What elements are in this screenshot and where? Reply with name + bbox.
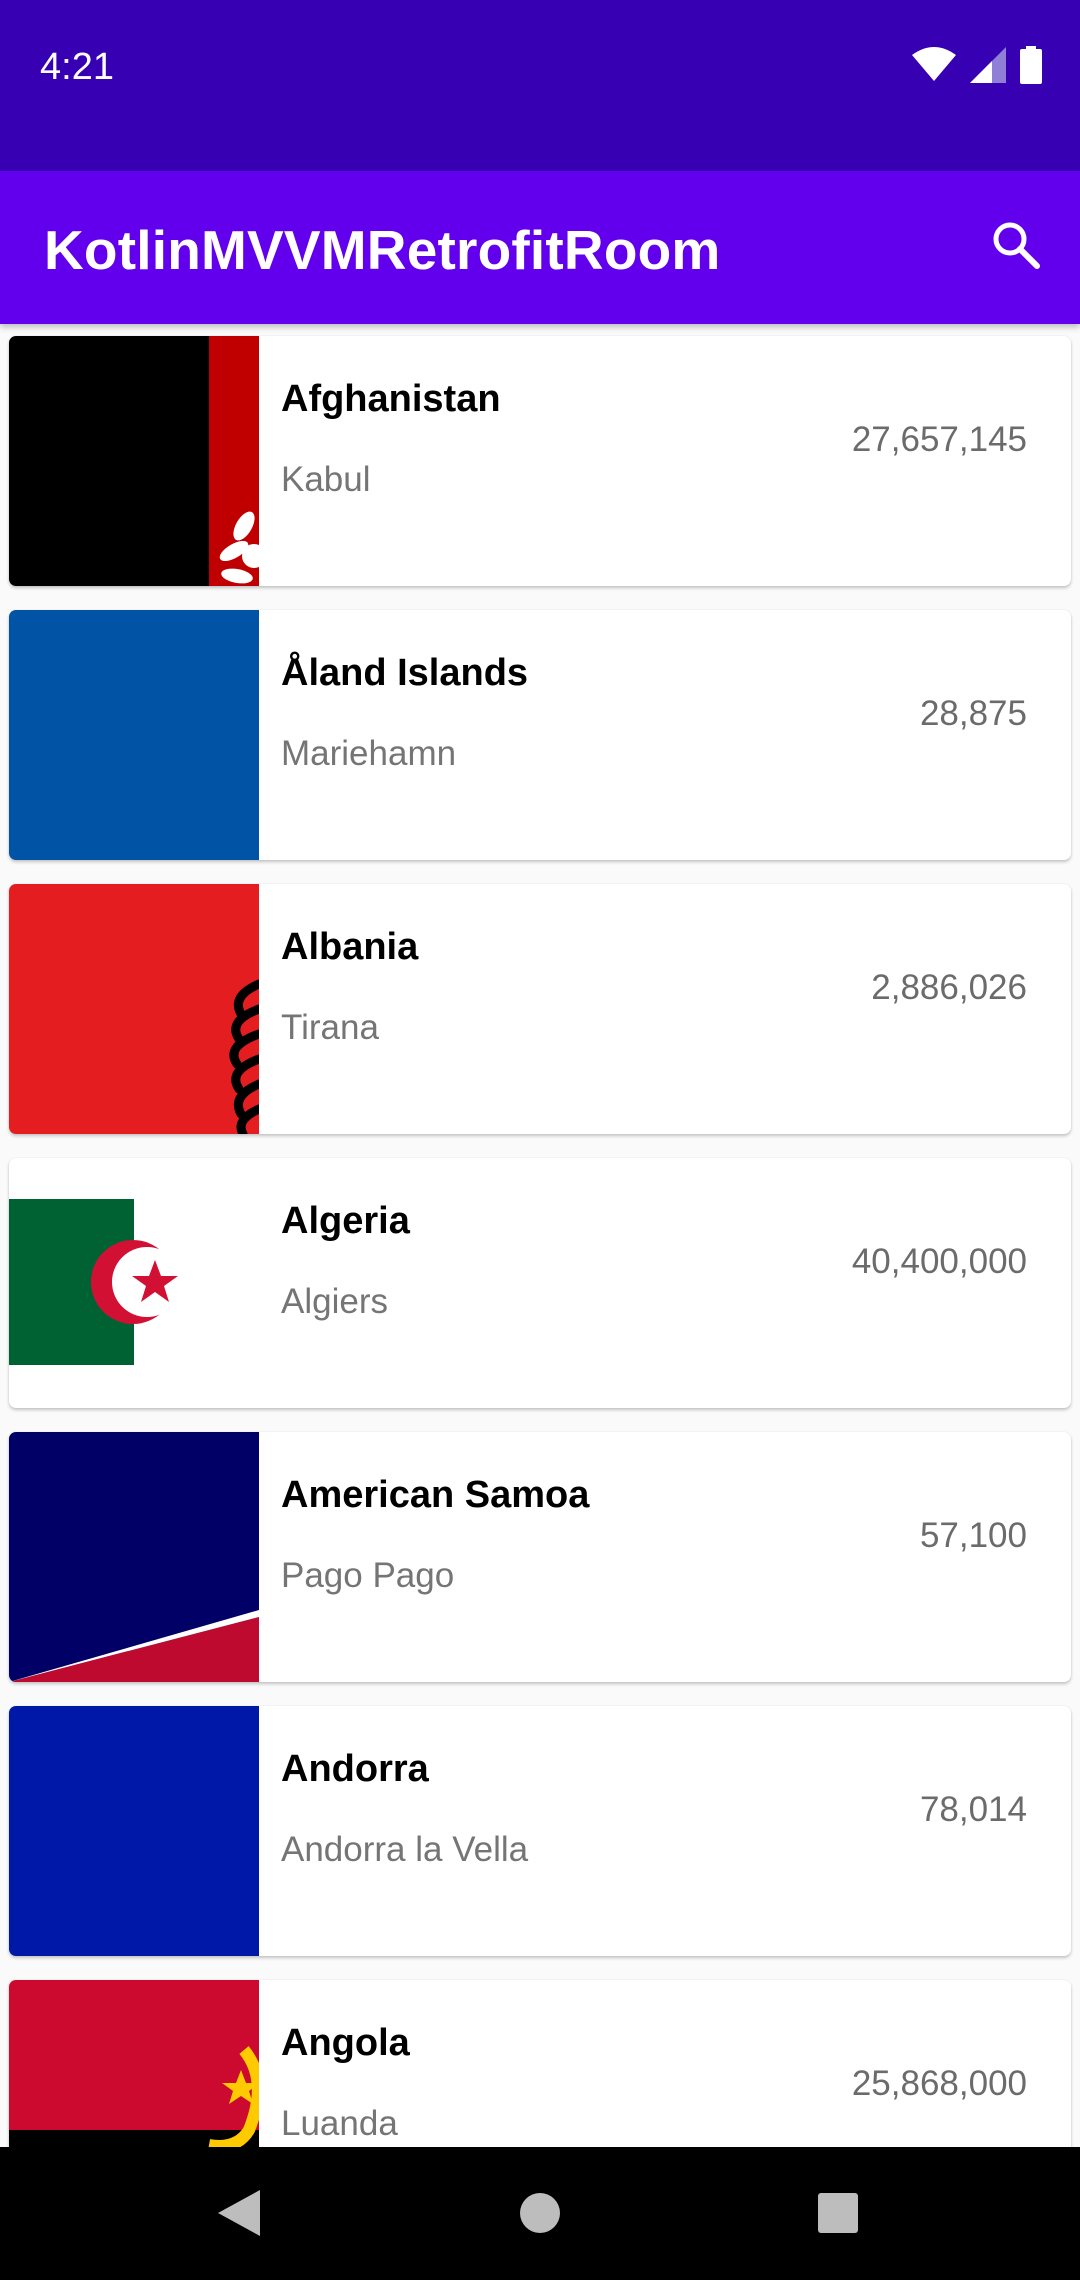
country-card[interactable]: Angola Luanda 25,868,000 bbox=[9, 1980, 1071, 2147]
country-card[interactable]: Albania Tirana 2,886,026 bbox=[9, 884, 1071, 1134]
recents-button[interactable] bbox=[806, 2183, 870, 2247]
wifi-icon bbox=[912, 46, 956, 88]
afghanistan-flag bbox=[9, 336, 259, 586]
country-population: 2,886,026 bbox=[871, 968, 1027, 1007]
country-name: Algeria bbox=[281, 1200, 410, 1242]
country-population: 28,875 bbox=[919, 694, 1027, 733]
country-name: Albania bbox=[281, 926, 419, 968]
country-population: 57,100 bbox=[919, 1516, 1027, 1555]
country-name: Andorra bbox=[281, 1748, 429, 1790]
country-name: American Samoa bbox=[281, 1474, 590, 1516]
country-population: 25,868,000 bbox=[851, 2064, 1027, 2103]
american-samoa-flag bbox=[9, 1432, 259, 1682]
status-bar: 4:21 bbox=[0, 0, 1080, 171]
status-icons bbox=[912, 45, 1042, 89]
recents-icon bbox=[817, 2192, 859, 2239]
battery-icon bbox=[1020, 45, 1042, 89]
algeria-flag bbox=[9, 1158, 259, 1408]
country-capital: Mariehamn bbox=[281, 734, 457, 773]
albania-flag bbox=[9, 884, 259, 1134]
country-card[interactable]: American Samoa Pago Pago 57,100 bbox=[9, 1432, 1071, 1682]
andorra-flag bbox=[9, 1706, 259, 1956]
search-button[interactable] bbox=[972, 203, 1060, 291]
cellular-signal-icon bbox=[970, 46, 1006, 88]
country-capital: Kabul bbox=[281, 460, 371, 499]
country-population: 27,657,145 bbox=[851, 420, 1027, 459]
aland-islands-flag bbox=[9, 610, 259, 860]
country-card[interactable]: Åland Islands Mariehamn 28,875 bbox=[9, 610, 1071, 860]
back-button[interactable] bbox=[207, 2183, 271, 2247]
search-icon bbox=[990, 219, 1042, 276]
country-name: Åland Islands bbox=[281, 652, 529, 694]
country-capital: Luanda bbox=[281, 2104, 398, 2143]
country-list[interactable]: Afghanistan Kabul 27,657,145 Åland Islan… bbox=[0, 324, 1080, 2147]
country-capital: Tirana bbox=[281, 1008, 379, 1047]
status-time: 4:21 bbox=[40, 46, 114, 88]
home-button[interactable] bbox=[508, 2183, 572, 2247]
back-icon bbox=[216, 2188, 262, 2243]
home-icon bbox=[519, 2192, 561, 2239]
country-name: Afghanistan bbox=[281, 378, 501, 420]
app-bar: KotlinMVVMRetrofitRoom bbox=[0, 171, 1080, 324]
country-name: Angola bbox=[281, 2022, 410, 2064]
app-title: KotlinMVVMRetrofitRoom bbox=[44, 219, 721, 281]
country-capital: Andorra la Vella bbox=[281, 1830, 529, 1869]
country-capital: Pago Pago bbox=[281, 1556, 455, 1595]
angola-flag bbox=[9, 1980, 259, 2147]
country-card[interactable]: Afghanistan Kabul 27,657,145 bbox=[9, 336, 1071, 586]
country-capital: Algiers bbox=[281, 1282, 388, 1321]
country-card[interactable]: Algeria Algiers 40,400,000 bbox=[9, 1158, 1071, 1408]
country-card[interactable]: Andorra Andorra la Vella 78,014 bbox=[9, 1706, 1071, 1956]
country-population: 40,400,000 bbox=[851, 1242, 1027, 1281]
navigation-bar bbox=[0, 2147, 1080, 2280]
country-population: 78,014 bbox=[919, 1790, 1027, 1829]
